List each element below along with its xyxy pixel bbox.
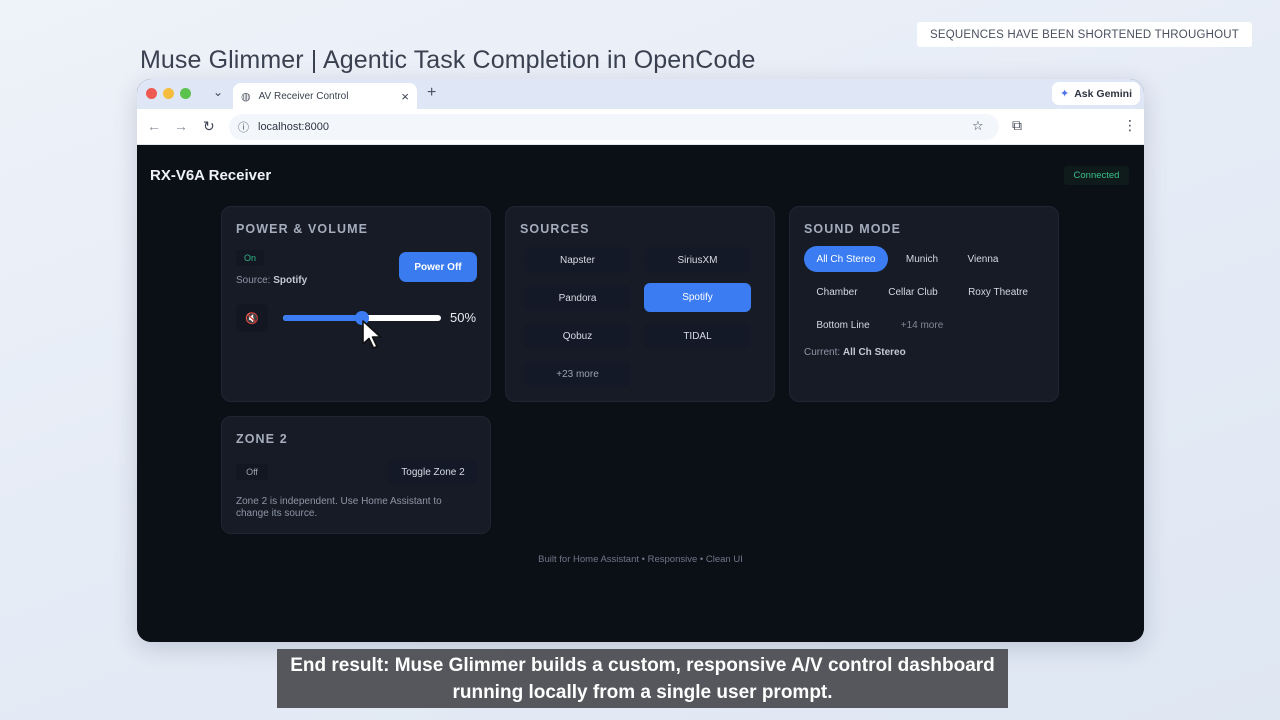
site-info-icon[interactable]: ⓘ	[238, 119, 249, 135]
power-volume-card: POWER & VOLUME On Source: Spotify Power …	[221, 206, 491, 402]
sound-mode-roxy-theatre[interactable]: Roxy Theatre	[956, 280, 1040, 304]
current-mode-value: All Ch Stereo	[842, 347, 906, 358]
shortened-badge: SEQUENCES HAVE BEEN SHORTENED THROUGHOUT	[917, 22, 1252, 47]
current-sound-mode: Current: All Ch Stereo	[804, 347, 906, 358]
source-button-tidal[interactable]: TIDAL	[644, 323, 751, 349]
toggle-zone-2-button[interactable]: Toggle Zone 2	[388, 460, 478, 484]
sound-mode-vienna[interactable]: Vienna	[956, 247, 1010, 271]
zone-2-card: ZONE 2 Off Toggle Zone 2 Zone 2 is indep…	[221, 416, 491, 534]
address-bar: ← → ↻ ⓘ localhost:8000 ☆ ⧉ ⋮	[137, 109, 1144, 145]
minimize-window-button[interactable]	[163, 88, 174, 99]
caption-line-2: running locally from a single user promp…	[452, 681, 833, 703]
browser-tab-av-receiver[interactable]: ◍ AV Receiver Control ×	[233, 83, 417, 109]
reload-icon[interactable]: ↻	[203, 118, 215, 135]
zone-2-state-badge: Off	[236, 464, 268, 480]
caption-line-1: End result: Muse Glimmer builds a custom…	[290, 654, 995, 676]
maximize-window-button[interactable]	[180, 88, 191, 99]
volume-slider-fill	[283, 315, 362, 321]
sound-mode-cellar-club[interactable]: Cellar Club	[878, 280, 948, 304]
extensions-puzzle-icon[interactable]: ⧉	[1012, 117, 1022, 134]
sound-mode-card: SOUND MODE All Ch Stereo Munich Vienna C…	[789, 206, 1059, 402]
sound-mode-chamber[interactable]: Chamber	[804, 280, 870, 304]
source-value: Spotify	[273, 275, 308, 286]
connection-status-badge: Connected	[1064, 166, 1129, 185]
source-button-qobuz[interactable]: Qobuz	[524, 323, 631, 349]
current-source-line: Source: Spotify	[236, 275, 307, 286]
bookmark-star-icon[interactable]: ☆	[972, 118, 984, 134]
receiver-app: RX-V6A Receiver Connected POWER & VOLUME…	[137, 145, 1144, 642]
app-footer: Built for Home Assistant • Responsive • …	[538, 554, 743, 565]
url-input[interactable]: ⓘ localhost:8000	[229, 114, 999, 140]
zone-2-note: Zone 2 is independent. Use Home Assistan…	[236, 496, 442, 519]
source-button-spotify[interactable]: Spotify	[644, 283, 751, 312]
power-state-badge: On	[236, 250, 264, 266]
source-label: Source:	[236, 275, 271, 286]
zone-2-title: ZONE 2	[236, 432, 288, 446]
source-button-pandora[interactable]: Pandora	[524, 285, 631, 311]
gemini-spark-icon: ✦	[1060, 88, 1070, 100]
sound-mode-bottom-line[interactable]: Bottom Line	[804, 313, 882, 337]
sources-card: SOURCES Napster SiriusXM Pandora Spotify…	[505, 206, 775, 402]
source-button-siriusxm[interactable]: SiriusXM	[644, 247, 751, 273]
mouse-pointer-icon	[362, 320, 382, 349]
page-heading: Muse Glimmer | Agentic Task Completion i…	[140, 46, 756, 74]
source-button-napster[interactable]: Napster	[524, 247, 631, 273]
tab-search-chevron-icon[interactable]: ⌄	[213, 85, 223, 99]
power-volume-title: POWER & VOLUME	[236, 222, 369, 236]
tab-close-icon[interactable]: ×	[401, 89, 409, 104]
tab-bar: ⌄ ◍ AV Receiver Control × + ✦ Ask Gemini	[137, 79, 1144, 109]
current-mode-label: Current:	[804, 347, 841, 358]
browser-window: ⌄ ◍ AV Receiver Control × + ✦ Ask Gemini…	[137, 79, 1144, 642]
mute-icon[interactable]: 🔇	[236, 304, 268, 332]
sound-mode-munich[interactable]: Munich	[896, 247, 948, 271]
volume-value: 50%	[450, 310, 477, 325]
sound-mode-all-ch-stereo[interactable]: All Ch Stereo	[804, 246, 888, 272]
source-button-more[interactable]: +23 more	[524, 361, 631, 387]
sound-mode-more[interactable]: +14 more	[890, 313, 954, 337]
browser-menu-icon[interactable]: ⋮	[1123, 117, 1137, 134]
ask-gemini-label: Ask Gemini	[1074, 87, 1132, 100]
back-arrow-icon[interactable]: ←	[147, 118, 161, 134]
forward-arrow-icon[interactable]: →	[174, 118, 188, 134]
new-tab-plus-icon[interactable]: +	[427, 84, 436, 102]
url-text: localhost:8000	[258, 121, 329, 133]
close-window-button[interactable]	[146, 88, 157, 99]
video-caption: End result: Muse Glimmer builds a custom…	[277, 649, 1008, 708]
sources-title: SOURCES	[520, 222, 590, 236]
ask-gemini-button[interactable]: ✦ Ask Gemini	[1052, 82, 1140, 105]
app-title: RX-V6A Receiver	[150, 167, 272, 184]
sound-mode-title: SOUND MODE	[804, 222, 902, 236]
globe-icon: ◍	[241, 90, 251, 103]
power-off-button[interactable]: Power Off	[399, 252, 477, 282]
tab-title: AV Receiver Control	[258, 90, 349, 102]
